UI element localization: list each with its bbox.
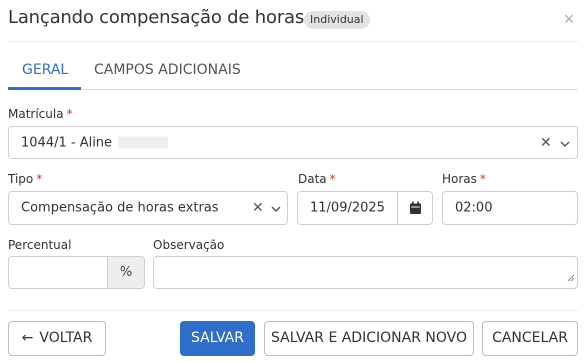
resize-handle-icon[interactable]: [567, 271, 575, 286]
percentual-label: Percentual: [8, 238, 72, 252]
observacao-textarea[interactable]: [153, 256, 578, 289]
tab-campos-adicionais[interactable]: CAMPOS ADICIONAIS: [94, 62, 241, 78]
redacted-name: [118, 136, 169, 149]
chevron-down-icon[interactable]: [271, 203, 281, 213]
chevron-down-icon[interactable]: [560, 138, 570, 148]
calendar-button[interactable]: [397, 192, 432, 224]
dialog-title: Lançando compensação de horas: [8, 7, 305, 28]
percent-addon: %: [107, 257, 144, 288]
tab-bar: GERAL CAMPOS ADICIONAIS: [8, 52, 578, 90]
data-input[interactable]: 11/09/2025: [297, 191, 433, 225]
horas-input[interactable]: 02:00: [442, 191, 578, 225]
mode-badge: Individual: [304, 11, 370, 29]
tab-geral[interactable]: GERAL: [22, 62, 68, 78]
save-button[interactable]: SALVAR: [180, 321, 255, 356]
clear-icon[interactable]: ✕: [540, 135, 552, 151]
save-and-add-button[interactable]: SALVAR E ADICIONAR NOVO: [264, 321, 474, 356]
horas-value: 02:00: [455, 200, 493, 216]
horas-label: Horas *: [442, 172, 486, 186]
footer-divider: [8, 310, 578, 311]
matricula-label: Matrícula *: [8, 107, 73, 121]
back-button[interactable]: ← VOLTAR: [8, 321, 106, 356]
cancel-button[interactable]: CANCELAR: [482, 321, 578, 356]
tipo-select[interactable]: Compensação de horas extras ✕: [8, 191, 288, 225]
tipo-value: Compensação de horas extras: [21, 200, 219, 216]
header-divider: [8, 41, 578, 42]
dialog-header: Lançando compensação de horas Individual…: [0, 0, 586, 40]
required-marker: *: [66, 107, 73, 121]
active-tab-indicator: [8, 87, 81, 90]
back-button-label: VOLTAR: [39, 330, 93, 346]
close-icon[interactable]: ×: [560, 10, 578, 28]
required-marker: *: [329, 172, 336, 186]
clear-icon[interactable]: ✕: [252, 200, 264, 216]
calendar-icon: [409, 201, 422, 219]
required-marker: *: [479, 172, 486, 186]
arrow-left-icon: ←: [21, 330, 34, 346]
matricula-select[interactable]: 1044/1 - Aline ✕: [8, 126, 578, 159]
percentual-input[interactable]: %: [8, 256, 145, 289]
observacao-label: Observação: [153, 238, 225, 252]
matricula-value: 1044/1 - Aline: [21, 135, 169, 150]
required-marker: *: [36, 172, 43, 186]
data-label: Data *: [298, 172, 336, 186]
data-value: 11/09/2025: [310, 200, 385, 216]
tipo-label: Tipo *: [8, 172, 43, 186]
